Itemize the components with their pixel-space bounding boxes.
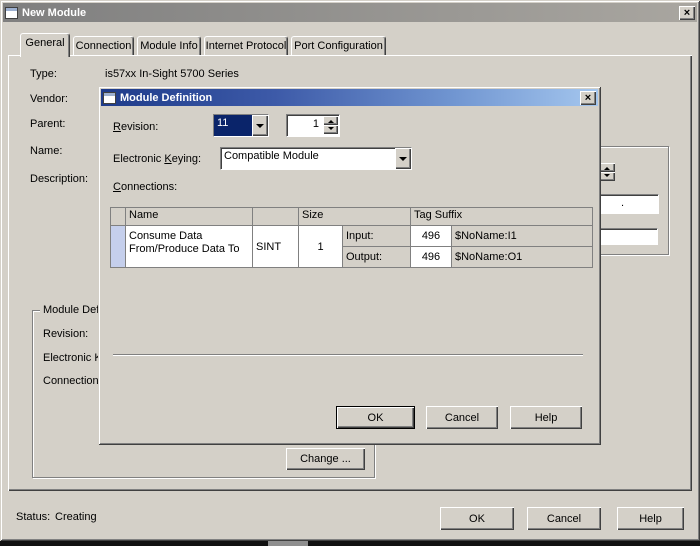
background-strip	[0, 541, 700, 546]
change-button[interactable]: Change ...	[286, 448, 365, 470]
row-selector[interactable]	[111, 226, 125, 267]
tag-count-cell[interactable]: 1	[299, 226, 342, 267]
groupbox-revision-label: Revision:	[43, 328, 88, 340]
background-strip-notch	[268, 541, 308, 546]
help-button[interactable]: Help	[617, 507, 684, 530]
name-label: Name:	[30, 145, 62, 157]
dialog-icon	[103, 92, 116, 104]
dialog-title: Module Definition	[120, 92, 212, 104]
input-size-cell[interactable]: 496	[411, 226, 451, 246]
type-label: Type:	[30, 68, 57, 80]
header-selector-cell	[111, 208, 125, 225]
window-icon	[5, 7, 18, 19]
cancel-button[interactable]: Cancel	[527, 507, 601, 530]
ok-button[interactable]: OK	[440, 507, 514, 530]
electronic-keying-label: Electronic Keying:	[113, 153, 201, 165]
status-value: Creating	[55, 511, 97, 523]
data-type-cell[interactable]: SINT	[253, 226, 298, 267]
connections-table: Name Size Tag Suffix Consume DataFrom/Pr…	[110, 207, 593, 268]
connection-name-cell[interactable]: Consume DataFrom/Produce Data To	[126, 226, 252, 267]
dialog-ok-button[interactable]: OK	[336, 406, 415, 429]
chevron-down-icon[interactable]	[395, 148, 411, 169]
electronic-keying-value: Compatible Module	[221, 148, 395, 169]
electronic-keying-combo[interactable]: Compatible Module	[220, 147, 412, 170]
revision-label: Revision:	[113, 121, 158, 133]
header-blank	[253, 208, 298, 225]
tab-module-info[interactable]: Module Info	[137, 36, 201, 55]
dialog-help-button[interactable]: Help	[510, 406, 582, 429]
tab-connection[interactable]: Connection	[73, 36, 134, 55]
revision-minor-value: 1	[313, 118, 319, 130]
type-value: is57xx In-Sight 5700 Series	[105, 68, 239, 80]
vendor-label: Vendor:	[30, 93, 68, 105]
chevron-down-icon[interactable]	[252, 115, 268, 136]
output-tag-cell: $NoName:O1	[452, 247, 592, 267]
connections-label: Connections:	[113, 181, 177, 193]
dialog-titlebar[interactable]: Module Definition ×	[101, 89, 598, 106]
spin-down-icon[interactable]	[323, 125, 338, 134]
dialog-cancel-button[interactable]: Cancel	[426, 406, 498, 429]
groupbox-title: Module Defi	[40, 304, 105, 316]
separator	[113, 354, 583, 356]
description-label: Description:	[30, 173, 88, 185]
window-titlebar[interactable]: New Module ×	[3, 3, 697, 22]
input-tag-cell: $NoName:I1	[452, 226, 592, 246]
tab-general[interactable]: General	[20, 33, 70, 57]
window-close-icon[interactable]: ×	[679, 6, 695, 20]
revision-minor-spinner[interactable]: 1	[286, 114, 340, 137]
header-size: Size	[299, 208, 410, 225]
tab-internet-protocol[interactable]: Internet Protocol	[204, 36, 288, 55]
output-label-cell: Output:	[343, 247, 410, 267]
output-size-cell[interactable]: 496	[411, 247, 451, 267]
groupbox-connection-label: Connection	[43, 375, 99, 387]
groupbox-keying-label: Electronic K	[43, 352, 102, 364]
header-tag-suffix: Tag Suffix	[411, 208, 592, 225]
dialog-close-icon[interactable]: ×	[580, 91, 596, 105]
parent-label: Parent:	[30, 118, 65, 130]
spin-up-icon[interactable]	[323, 116, 338, 125]
revision-major-value: 11	[214, 115, 252, 136]
revision-major-combo[interactable]: 11	[213, 114, 269, 137]
module-definition-dialog: Module Definition × Revision: 11 1 Elect…	[98, 86, 601, 445]
status-label: Status:	[16, 511, 50, 523]
tab-port-configuration[interactable]: Port Configuration	[291, 36, 386, 55]
input-label-cell: Input:	[343, 226, 410, 246]
window-title: New Module	[22, 7, 86, 19]
header-name: Name	[126, 208, 252, 225]
